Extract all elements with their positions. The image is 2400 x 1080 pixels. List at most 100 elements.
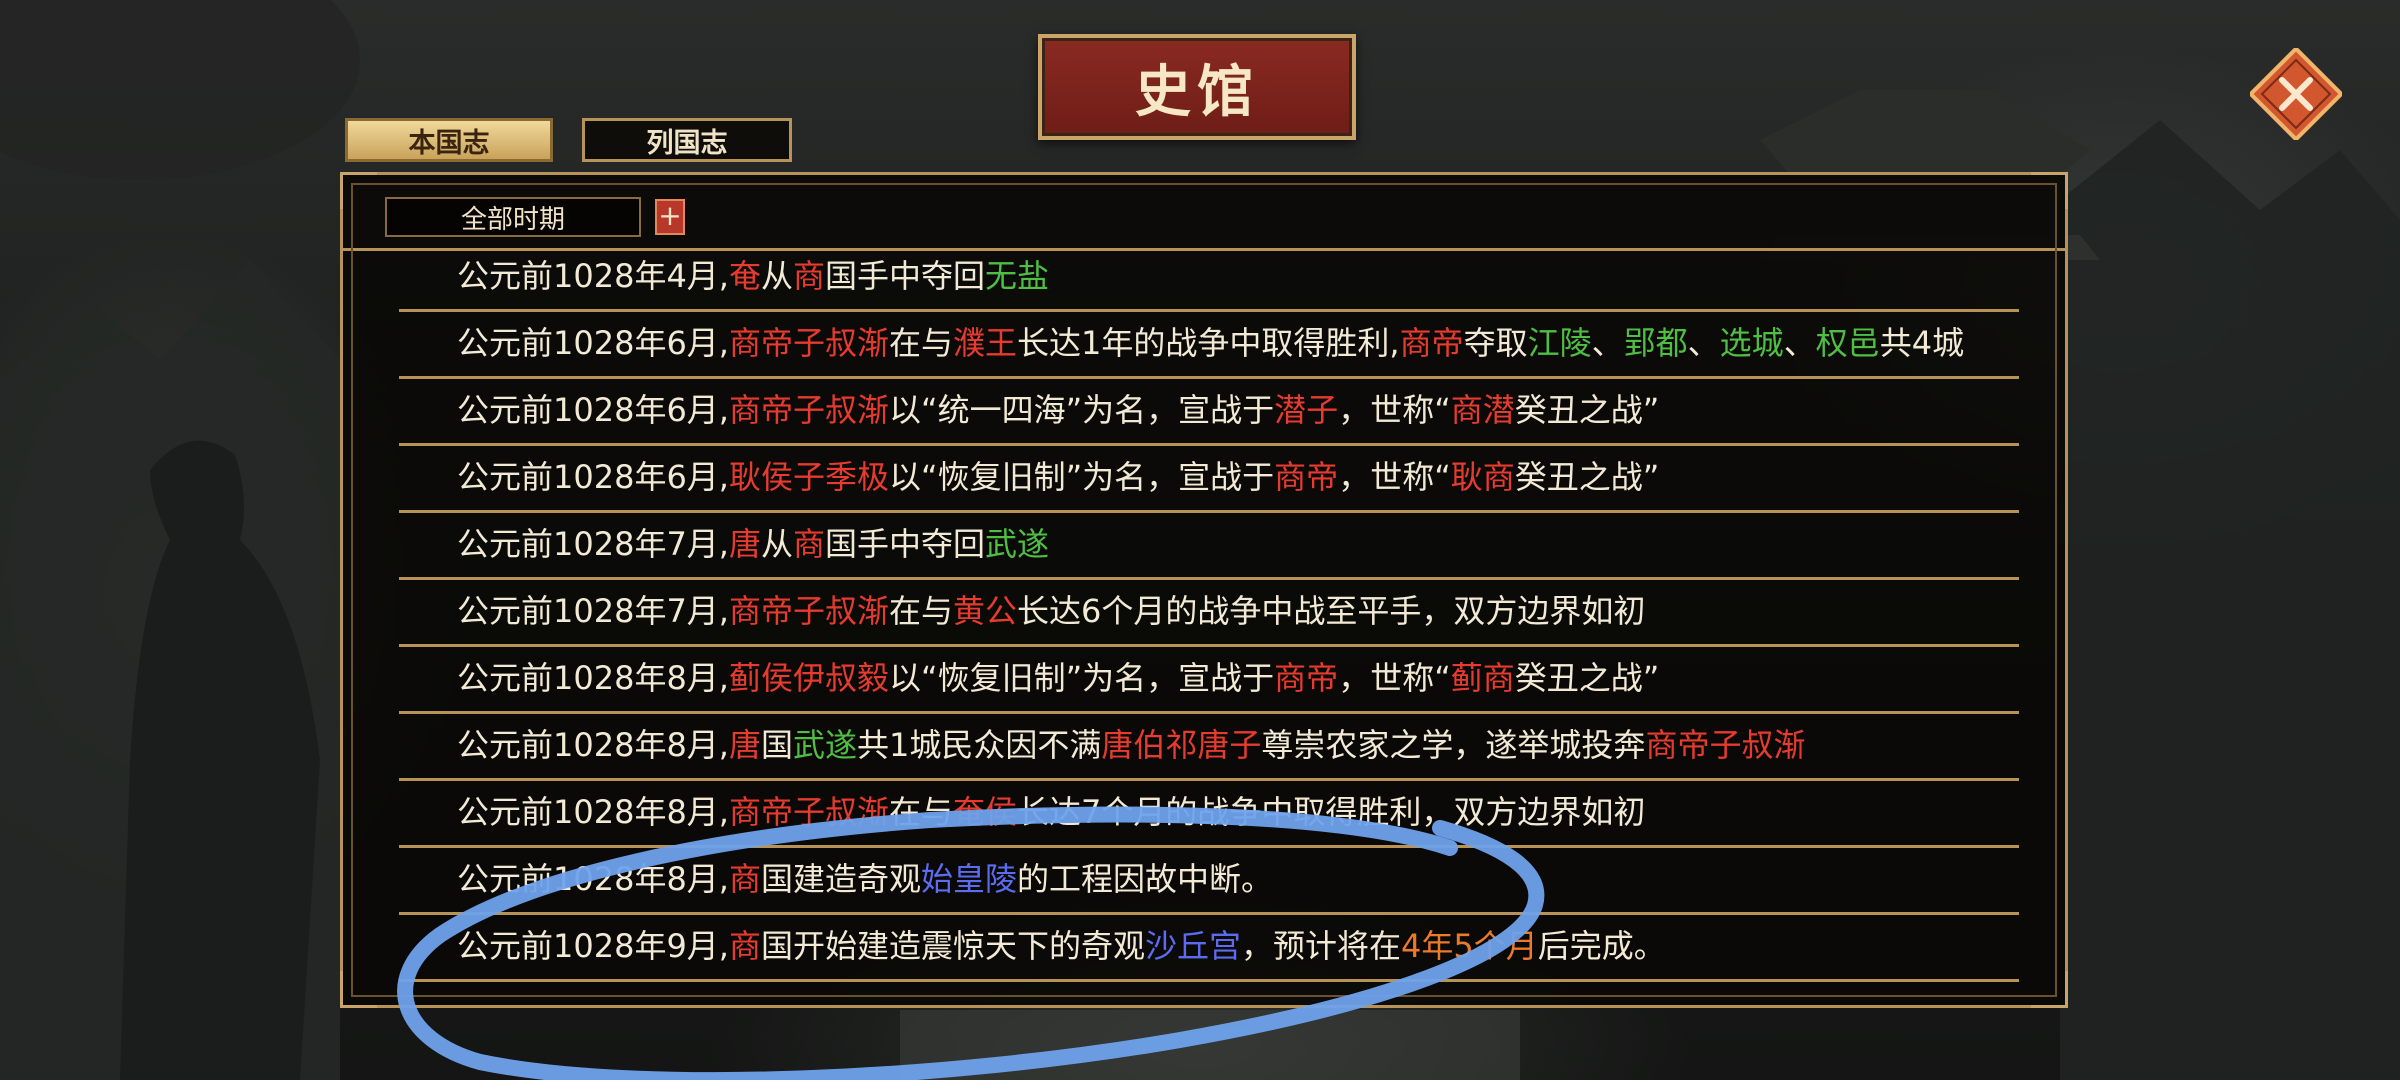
log-keyword: 商帝子叔渐 xyxy=(728,324,889,362)
log-text: 国建造奇观 xyxy=(761,860,922,898)
log-text: 长达7个月的战争中取得胜利，双方边界如初 xyxy=(1017,793,1646,831)
log-keyword: 商帝子叔渐 xyxy=(1645,726,1806,764)
log-text: 公元前1028年6月, xyxy=(457,391,729,429)
log-text: 长达1年的战争中取得胜利, xyxy=(1017,324,1400,362)
corner-ornament xyxy=(340,971,377,1008)
log-keyword: 商帝子叔渐 xyxy=(728,793,889,831)
log-text: 癸丑之战” xyxy=(1514,458,1660,496)
period-dropdown[interactable]: 全部时期 xyxy=(385,197,641,237)
title-plaque: 史馆 xyxy=(1038,34,1356,140)
close-icon xyxy=(2247,45,2345,143)
log-text: 国手中夺回 xyxy=(825,525,986,563)
log-keyword: 沙丘宫 xyxy=(1145,927,1242,965)
log-text: 国 xyxy=(761,726,794,764)
tab-label: 列国志 xyxy=(646,127,728,159)
log-keyword: 耿侯子季极 xyxy=(728,458,889,496)
log-entry: 公元前1028年6月,商帝子叔渐以“统一四海”为名，宣战于潜子，世称“商潜癸丑之… xyxy=(399,379,2019,446)
log-entry: 公元前1028年6月,耿侯子季极以“恢复旧制”为名，宣战于商帝，世称“耿商癸丑之… xyxy=(399,446,2019,513)
log-entry: 公元前1028年8月,商帝子叔渐在与奄侯长达7个月的战争中取得胜利，双方边界如初 xyxy=(399,781,2019,848)
log-text: 公元前1028年7月, xyxy=(457,592,729,630)
log-keyword: 武遂 xyxy=(793,726,858,764)
log-text: 癸丑之战” xyxy=(1514,391,1660,429)
log-text: 长达6个月的战争中战至平手，双方边界如初 xyxy=(1017,592,1646,630)
log-keyword: 商潜 xyxy=(1450,391,1515,429)
log-entry: 公元前1028年8月,蓟侯伊叔毅以“恢复旧制”为名，宣战于商帝，世称“蓟商癸丑之… xyxy=(399,647,2019,714)
log-keyword: 4年5个月 xyxy=(1401,927,1538,965)
log-entry: 公元前1028年8月,商国建造奇观始皇陵的工程因故中断。 xyxy=(399,848,2019,915)
log-text: 癸丑之战” xyxy=(1514,659,1660,697)
log-text: 从 xyxy=(761,257,794,295)
log-text: 共1城民众因不满 xyxy=(857,726,1102,764)
log-text: 国开始建造震惊天下的奇观 xyxy=(761,927,1146,965)
log-keyword: 唐 xyxy=(728,525,761,563)
log-keyword: 无盐 xyxy=(985,257,1050,295)
log-keyword: 潜子 xyxy=(1274,391,1339,429)
log-text: 公元前1028年6月, xyxy=(457,458,729,496)
log-entry: 公元前1028年7月,唐从商国手中夺回武遂 xyxy=(399,513,2019,580)
log-text: 的工程因故中断。 xyxy=(1017,860,1274,898)
log-text: 在与 xyxy=(889,793,954,831)
log-text: 公元前1028年6月, xyxy=(457,324,729,362)
log-text: 以“恢复旧制”为名，宣战于 xyxy=(889,458,1275,496)
log-keyword: 权邑 xyxy=(1815,324,1880,362)
log-text: 公元前1028年8月, xyxy=(457,659,729,697)
log-text: 公元前1028年7月, xyxy=(457,525,729,563)
log-keyword: 奄侯 xyxy=(953,793,1018,831)
log-text: 公元前1028年8月, xyxy=(457,860,729,898)
log-keyword: 唐伯祁唐子 xyxy=(1101,726,1262,764)
log-entry: 公元前1028年8月,唐国武遂共1城民众因不满唐伯祁唐子尊崇农家之学，遂举城投奔… xyxy=(399,714,2019,781)
log-keyword: 郢都 xyxy=(1623,324,1688,362)
log-text: 从 xyxy=(761,525,794,563)
log-entry: 公元前1028年6月,商帝子叔渐在与濮王长达1年的战争中取得胜利,商帝夺取江陵、… xyxy=(399,312,2019,379)
log-keyword: 选城 xyxy=(1719,324,1784,362)
log-text: 尊崇农家之学，遂举城投奔 xyxy=(1261,726,1646,764)
log-keyword: 商帝子叔渐 xyxy=(728,391,889,429)
log-keyword: 耿商 xyxy=(1450,458,1515,496)
log-text: 、 xyxy=(1591,324,1624,362)
log-keyword: 奄 xyxy=(728,257,761,295)
log-keyword: 蓟商 xyxy=(1450,659,1515,697)
tab-label: 本国志 xyxy=(408,127,490,159)
close-button[interactable] xyxy=(2247,45,2345,143)
log-text: ，世称“ xyxy=(1338,659,1451,697)
log-keyword: 黄公 xyxy=(953,592,1018,630)
log-keyword: 唐 xyxy=(728,726,761,764)
log-text: 公元前1028年4月, xyxy=(457,257,729,295)
log-text: 公元前1028年8月, xyxy=(457,726,729,764)
log-text: 在与 xyxy=(889,592,954,630)
log-text: 共4城 xyxy=(1879,324,1965,362)
expand-filter-button[interactable]: + xyxy=(655,199,685,235)
log-entry: 公元前1028年7月,商帝子叔渐在与黄公长达6个月的战争中战至平手，双方边界如初 xyxy=(399,580,2019,647)
plus-icon: + xyxy=(658,199,682,232)
log-text: 以“恢复旧制”为名，宣战于 xyxy=(889,659,1275,697)
log-keyword: 商 xyxy=(728,927,761,965)
log-keyword: 武遂 xyxy=(985,525,1050,563)
log-text: 在与 xyxy=(889,324,954,362)
log-keyword: 商 xyxy=(793,257,826,295)
log-keyword: 商帝子叔渐 xyxy=(728,592,889,630)
log-text: 、 xyxy=(1783,324,1816,362)
log-text: 公元前1028年8月, xyxy=(457,793,729,831)
log-text: 、 xyxy=(1687,324,1720,362)
tab-states-history[interactable]: 列国志 xyxy=(582,118,792,162)
log-text: ，预计将在 xyxy=(1241,927,1402,965)
log-entry: 公元前1028年9月,商国开始建造震惊天下的奇观沙丘宫，预计将在4年5个月后完成… xyxy=(399,915,2019,982)
log-keyword: 商 xyxy=(793,525,826,563)
log-text: 以“统一四海”为名，宣战于 xyxy=(889,391,1275,429)
log-keyword: 江陵 xyxy=(1527,324,1592,362)
filter-bar: 全部时期 + xyxy=(343,175,2065,251)
log-keyword: 商 xyxy=(728,860,761,898)
tab-domestic-history[interactable]: 本国志 xyxy=(345,118,553,162)
history-panel: 全部时期 + 公元前1028年4月,奄从商国手中夺回无盐 公元前1028年6月,商… xyxy=(340,172,2068,1008)
log-text: ，世称“ xyxy=(1338,391,1451,429)
log-keyword: 商帝 xyxy=(1274,458,1339,496)
log-entry: 公元前1028年4月,奄从商国手中夺回无盐 xyxy=(399,251,2019,312)
log-keyword: 蓟侯伊叔毅 xyxy=(728,659,889,697)
log-text: ，世称“ xyxy=(1338,458,1451,496)
log-text: 公元前1028年9月, xyxy=(457,927,729,965)
log-keyword: 始皇陵 xyxy=(921,860,1018,898)
page-title: 史馆 xyxy=(1135,58,1259,125)
log-keyword: 商帝 xyxy=(1399,324,1464,362)
history-log-list[interactable]: 公元前1028年4月,奄从商国手中夺回无盐 公元前1028年6月,商帝子叔渐在与濮… xyxy=(399,251,2019,997)
log-text: 夺取 xyxy=(1463,324,1528,362)
